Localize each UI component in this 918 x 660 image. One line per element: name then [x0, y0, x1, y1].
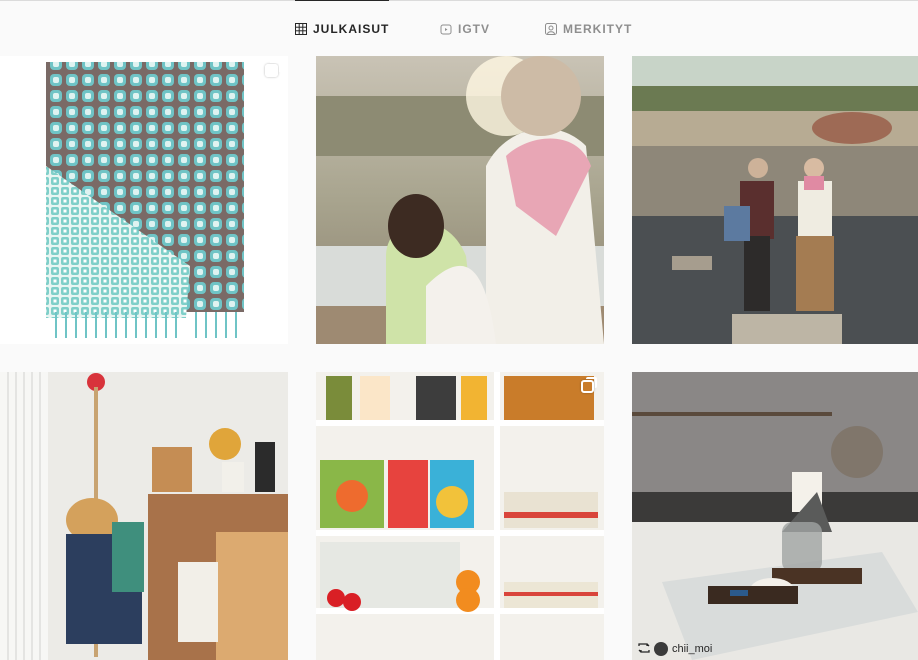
multiple-photos-icon [265, 61, 281, 77]
repost-attribution: chii_moi [638, 642, 712, 656]
tab-posts[interactable]: JULKAISUT [295, 0, 390, 56]
blanket-image [46, 62, 244, 338]
tagged-icon [545, 23, 557, 35]
post-coffee-kitchen[interactable]: chii_moi [632, 372, 918, 660]
mother-child-image [316, 56, 604, 344]
post-coat-rack[interactable] [0, 372, 288, 660]
avatar [654, 642, 668, 656]
post-mother-child[interactable] [316, 56, 604, 344]
tab-tagged-label: MERKITYT [563, 22, 633, 36]
tab-igtv[interactable]: IGTV [440, 1, 490, 57]
multiple-photos-icon [581, 377, 597, 393]
coat-rack-image [0, 372, 288, 660]
post-bookshelf[interactable] [316, 372, 604, 660]
tab-posts-label: JULKAISUT [313, 21, 390, 36]
coffee-kitchen-image [632, 372, 918, 660]
posts-grid: chii_moi [0, 56, 918, 660]
profile-tabs: JULKAISUT IGTV MERKITYT [0, 0, 918, 56]
post-blanket[interactable] [0, 56, 288, 344]
post-couple-river[interactable] [632, 56, 918, 344]
couple-river-image [632, 56, 918, 344]
repost-icon [638, 642, 650, 656]
tab-igtv-label: IGTV [458, 22, 491, 36]
tab-tagged[interactable]: MERKITYT [545, 1, 632, 57]
igtv-icon [440, 23, 452, 35]
grid-icon [295, 22, 307, 35]
repost-username: chii_moi [672, 643, 713, 655]
bookshelf-image [316, 372, 604, 660]
